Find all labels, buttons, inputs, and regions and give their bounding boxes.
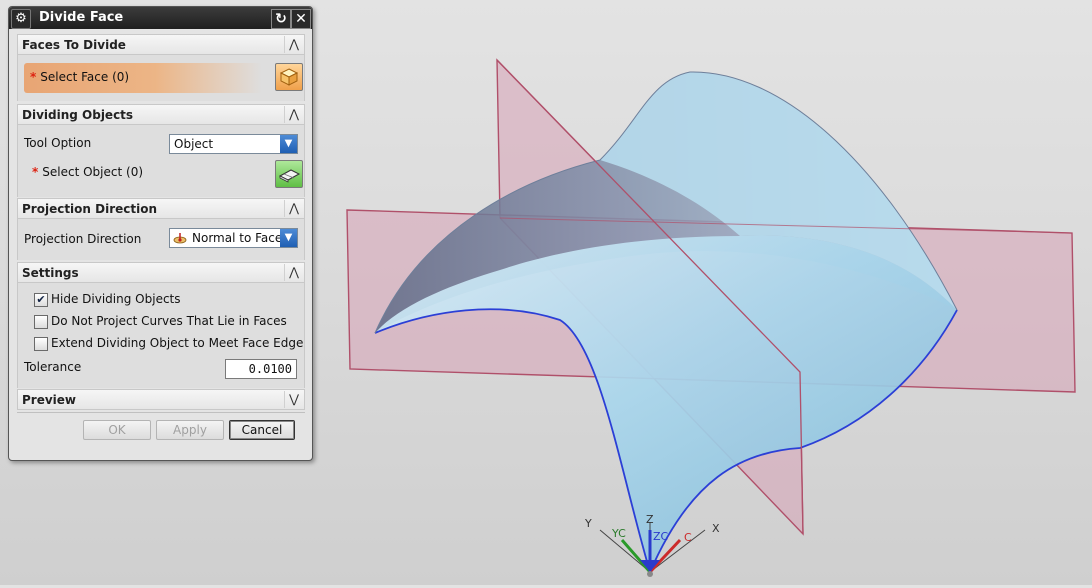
tool-option-value: Object <box>174 137 214 151</box>
plane-object-icon <box>278 169 301 183</box>
section-faces-to-divide-label: Faces To Divide <box>22 38 126 52</box>
chevron-up-icon[interactable]: ⋀ <box>284 264 303 281</box>
section-dividing-objects[interactable]: Dividing Objects ⋀ <box>17 104 305 125</box>
projection-direction-value: Normal to Face <box>192 231 283 245</box>
hide-dividing-objects-checkbox[interactable]: ✔ <box>34 293 48 307</box>
divider <box>17 412 305 413</box>
cancel-button[interactable]: Cancel <box>229 420 295 440</box>
do-not-project-curves-label: Do Not Project Curves That Lie in Faces <box>51 314 287 328</box>
section-projection-direction[interactable]: Projection Direction ⋀ <box>17 198 305 219</box>
ok-button[interactable]: OK <box>83 420 151 440</box>
select-object-text[interactable]: * Select Object (0) <box>32 165 143 179</box>
dialog-title: Divide Face <box>39 10 124 25</box>
triad-x-label: X <box>712 522 720 535</box>
tolerance-input[interactable]: 0.0100 <box>225 359 297 379</box>
select-face-text: * Select Face (0) <box>30 70 129 84</box>
section-settings[interactable]: Settings ⋀ <box>17 262 305 283</box>
required-marker: * <box>32 165 39 179</box>
faces-to-divide-body: * Select Face (0) <box>17 55 305 101</box>
settings-body: ✔ Hide Dividing Objects Do Not Project C… <box>17 283 305 388</box>
apply-button[interactable]: Apply <box>156 420 224 440</box>
divide-face-dialog: ⚙ Divide Face ↻ ✕ Faces To Divide ⋀ * Sel… <box>8 6 313 461</box>
close-icon[interactable]: ✕ <box>291 9 311 29</box>
triad-y-label: Y <box>584 517 592 530</box>
chevron-down-icon[interactable]: ▼ <box>280 135 297 153</box>
section-faces-to-divide[interactable]: Faces To Divide ⋀ <box>17 34 305 55</box>
saddle-surface[interactable] <box>375 235 957 572</box>
reset-icon[interactable]: ↻ <box>271 9 291 29</box>
hide-dividing-objects-label: Hide Dividing Objects <box>51 292 181 306</box>
section-settings-label: Settings <box>22 266 79 280</box>
section-dividing-objects-label: Dividing Objects <box>22 108 134 122</box>
do-not-project-curves-checkbox[interactable] <box>34 315 48 329</box>
select-face-label: Select Face (0) <box>40 70 130 84</box>
normal-to-face-icon <box>173 231 187 245</box>
extend-dividing-object-label: Extend Dividing Object to Meet Face Edge <box>51 336 304 350</box>
section-preview-label: Preview <box>22 393 77 407</box>
section-preview[interactable]: Preview ⋁ <box>17 389 305 410</box>
face-cube-icon <box>279 68 299 86</box>
select-face-row[interactable]: * Select Face (0) <box>24 63 262 93</box>
projection-direction-dropdown[interactable]: Normal to Face ▼ <box>169 228 298 248</box>
gear-icon[interactable]: ⚙ <box>11 9 31 29</box>
projection-direction-body: Projection Direction Normal to Face ▼ <box>17 219 305 260</box>
chevron-up-icon[interactable]: ⋀ <box>284 200 303 217</box>
chevron-up-icon[interactable]: ⋀ <box>284 36 303 53</box>
triad-xc-label: C <box>684 531 692 544</box>
projection-direction-label: Projection Direction <box>24 232 142 246</box>
triad-yc-label: YC <box>611 527 626 540</box>
triad-z-label: Z <box>646 513 654 526</box>
dialog-titlebar[interactable]: ⚙ Divide Face ↻ ✕ <box>9 7 312 29</box>
chevron-down-icon[interactable]: ▼ <box>280 229 297 247</box>
tolerance-label: Tolerance <box>24 360 82 374</box>
extend-dividing-object-checkbox[interactable] <box>34 337 48 351</box>
select-face-button[interactable] <box>275 63 303 91</box>
dividing-objects-body: Tool Option Object ▼ * Select Object (0) <box>17 125 305 197</box>
required-marker: * <box>30 70 37 84</box>
chevron-up-icon[interactable]: ⋀ <box>284 106 303 123</box>
section-projection-direction-label: Projection Direction <box>22 202 158 216</box>
tool-option-label: Tool Option <box>24 136 92 150</box>
select-object-button[interactable] <box>275 160 303 188</box>
chevron-down-icon[interactable]: ⋁ <box>284 391 303 408</box>
triad-zc-label: ZC <box>653 530 669 543</box>
select-object-label: Select Object (0) <box>42 165 144 179</box>
tool-option-dropdown[interactable]: Object ▼ <box>169 134 298 154</box>
